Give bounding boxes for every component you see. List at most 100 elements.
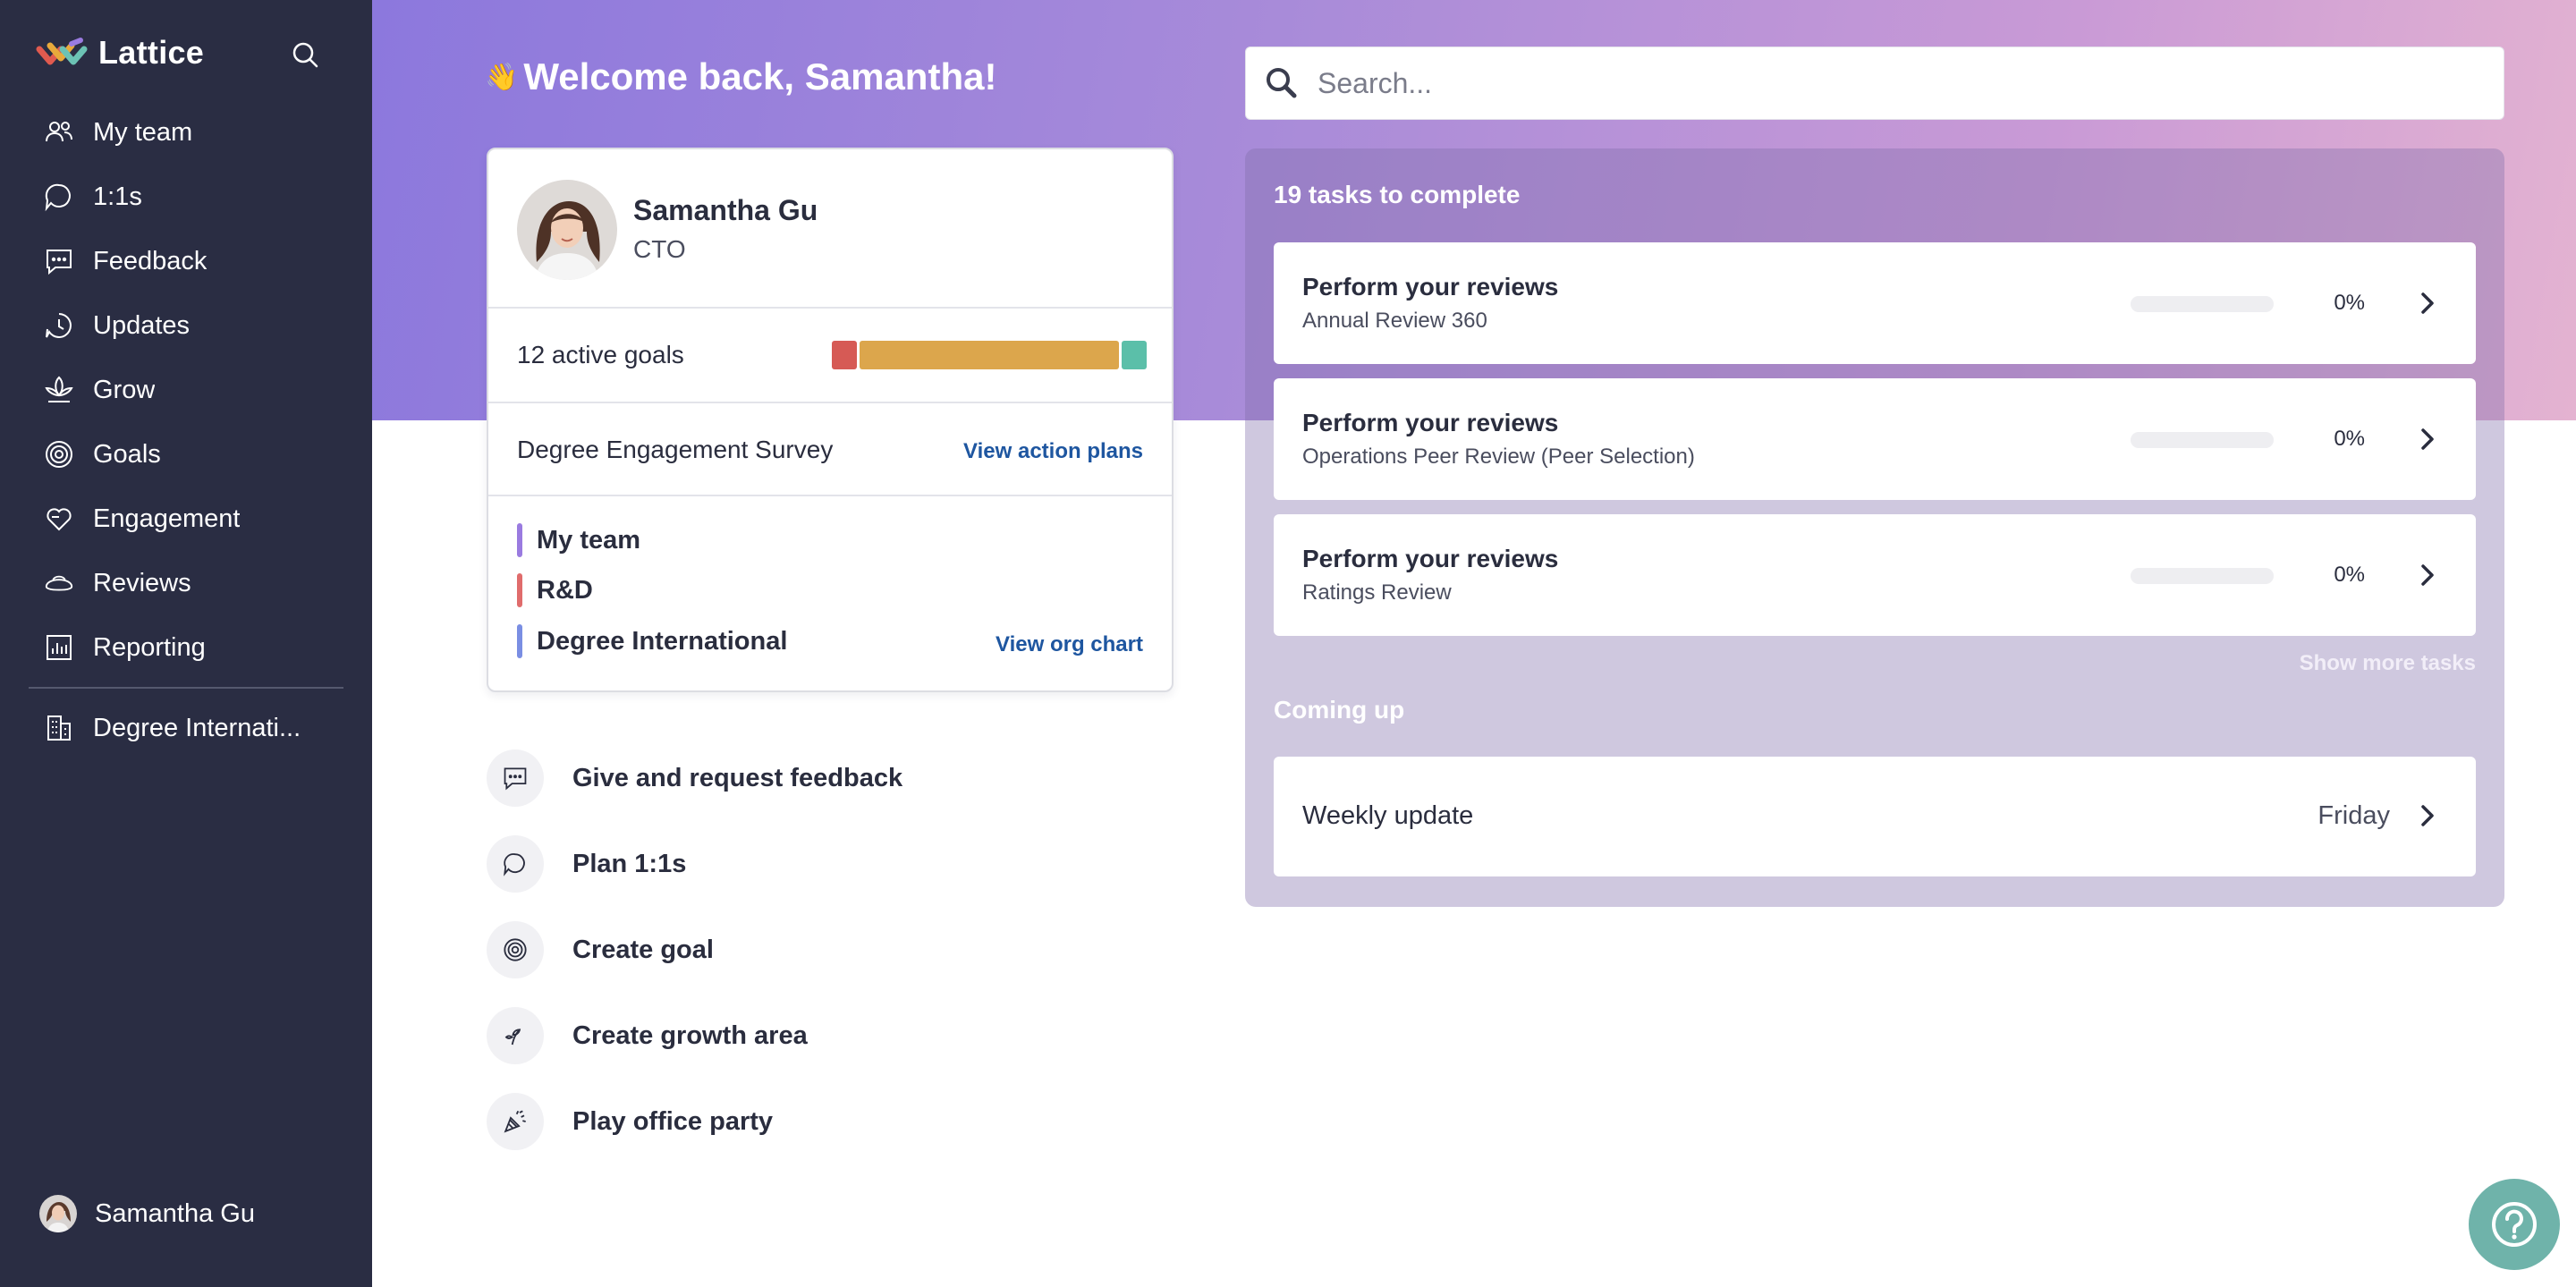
- sidebar-item-label: Updates: [93, 310, 191, 340]
- action-label: Plan 1:1s: [572, 849, 687, 878]
- view-action-plans-link[interactable]: View action plans: [963, 439, 1143, 464]
- task-card[interactable]: Perform your reviews Operations Peer Rev…: [1274, 378, 2476, 500]
- task-progress-percent: 0%: [2334, 563, 2365, 587]
- upcoming-date: Friday: [2318, 801, 2390, 830]
- upcoming-label: Weekly update: [1302, 801, 1474, 830]
- sidebar-item-organization[interactable]: Degree Internati...: [29, 696, 343, 760]
- give-request-feedback-action[interactable]: Give and request feedback: [487, 735, 902, 821]
- task-title: Perform your reviews: [1302, 545, 1559, 572]
- goal-segment-off-track: [832, 341, 857, 369]
- lattice-logo[interactable]: Lattice: [36, 34, 204, 72]
- coming-up-title: Coming up: [1274, 696, 1405, 724]
- sidebar-item-grow[interactable]: Grow: [29, 358, 343, 422]
- chat-bubble-icon: [487, 835, 544, 893]
- sidebar-nav: My team 1:1s Feedback Updates Grow Goals…: [29, 100, 343, 760]
- sidebar-item-one-on-ones[interactable]: 1:1s: [29, 165, 343, 229]
- sidebar-search-button[interactable]: [290, 39, 322, 72]
- task-title: Perform your reviews: [1302, 273, 1559, 301]
- team-degree-international[interactable]: Degree International: [517, 624, 787, 658]
- team-color-bar: [517, 573, 522, 607]
- sidebar-item-label: 1:1s: [93, 182, 142, 211]
- people-icon: [43, 116, 75, 148]
- create-goal-action[interactable]: Create goal: [487, 907, 902, 993]
- tasks-panel: 19 tasks to complete Perform your review…: [1245, 148, 2504, 907]
- sidebar-item-label: Goals: [93, 439, 161, 469]
- task-subtitle: Operations Peer Review (Peer Selection): [1302, 445, 1695, 469]
- action-label: Give and request feedback: [572, 763, 903, 792]
- page-title: 👋 Welcome back, Samantha!: [485, 55, 996, 98]
- tasks-count-title: 19 tasks to complete: [1274, 181, 1521, 208]
- upcoming-item[interactable]: Weekly update Friday: [1274, 757, 2476, 876]
- team-rnd[interactable]: R&D: [517, 573, 593, 607]
- sidebar-item-label: Feedback: [93, 246, 208, 275]
- sidebar-item-reviews[interactable]: Reviews: [29, 551, 343, 615]
- profile-header[interactable]: Samantha Gu CTO: [488, 149, 1172, 309]
- goal-segment-on-track: [1122, 341, 1147, 369]
- team-label: Degree International: [537, 626, 788, 656]
- view-org-chart-link[interactable]: View org chart: [996, 632, 1143, 657]
- chevron-right-icon: [2421, 805, 2434, 826]
- task-title: Perform your reviews: [1302, 409, 1559, 436]
- team-color-bar: [517, 523, 522, 557]
- action-label: Create goal: [572, 935, 714, 964]
- active-goals-label: 12 active goals: [517, 341, 684, 368]
- task-progress-bar: [2131, 568, 2274, 584]
- goal-status-bar: [832, 341, 1147, 369]
- updates-icon: [43, 309, 75, 342]
- welcome-text: Welcome back, Samantha!: [523, 55, 997, 97]
- sidebar-item-reporting[interactable]: Reporting: [29, 615, 343, 680]
- plan-one-on-ones-action[interactable]: Plan 1:1s: [487, 821, 902, 907]
- help-button[interactable]: [2469, 1179, 2560, 1270]
- active-goals-row[interactable]: 12 active goals: [488, 309, 1172, 403]
- sidebar-item-engagement[interactable]: Engagement: [29, 487, 343, 551]
- brand-name: Lattice: [98, 34, 205, 71]
- task-card[interactable]: Perform your reviews Annual Review 360 0…: [1274, 242, 2476, 364]
- quick-actions: Give and request feedback Plan 1:1s Crea…: [487, 735, 902, 1164]
- sidebar-item-feedback[interactable]: Feedback: [29, 229, 343, 293]
- profile-name: Samantha Gu: [633, 194, 818, 226]
- task-progress-bar: [2131, 432, 2274, 448]
- task-progress-percent: 0%: [2334, 291, 2365, 315]
- target-icon: [43, 438, 75, 470]
- feedback-icon: [487, 749, 544, 807]
- goal-segment-progressing: [859, 341, 1120, 369]
- action-label: Create growth area: [572, 1020, 808, 1050]
- chevron-right-icon: [2421, 428, 2434, 450]
- task-subtitle: Annual Review 360: [1302, 309, 1487, 333]
- search-input[interactable]: [1318, 56, 2504, 110]
- bar-chart-icon: [43, 631, 75, 664]
- task-progress-percent: 0%: [2334, 427, 2365, 451]
- survey-row: Degree Engagement Survey View action pla…: [488, 403, 1172, 496]
- sidebar-item-my-team[interactable]: My team: [29, 100, 343, 165]
- lattice-logo-icon: [36, 38, 88, 65]
- sidebar-user-menu[interactable]: Samantha Gu: [39, 1195, 255, 1232]
- party-popper-icon: [487, 1093, 544, 1150]
- sidebar-item-label: Grow: [93, 375, 156, 404]
- heart-icon: [43, 503, 75, 535]
- target-icon: [487, 921, 544, 978]
- team-label: R&D: [537, 575, 593, 605]
- global-search[interactable]: [1245, 47, 2504, 120]
- help-question-icon: [2492, 1202, 2537, 1247]
- sidebar-item-label: Reviews: [93, 568, 191, 597]
- chat-bubble-icon: [43, 181, 75, 213]
- task-progress-bar: [2131, 296, 2274, 312]
- team-label: My team: [537, 525, 641, 555]
- action-label: Play office party: [572, 1106, 774, 1136]
- sidebar: Lattice My team 1:1s Feedback Updates Gr…: [0, 0, 372, 1287]
- create-growth-area-action[interactable]: Create growth area: [487, 993, 902, 1079]
- task-card[interactable]: Perform your reviews Ratings Review 0%: [1274, 514, 2476, 636]
- sidebar-item-label: Degree Internati...: [93, 713, 301, 742]
- chevron-right-icon: [2421, 564, 2434, 586]
- sidebar-user-name: Samantha Gu: [95, 1198, 255, 1228]
- play-office-party-action[interactable]: Play office party: [487, 1079, 902, 1164]
- search-icon: [1246, 65, 1318, 101]
- sidebar-item-goals[interactable]: Goals: [29, 422, 343, 487]
- feedback-icon: [43, 245, 75, 277]
- team-my-team[interactable]: My team: [517, 523, 640, 557]
- show-more-tasks-link[interactable]: Show more tasks: [2300, 651, 2476, 676]
- chevron-right-icon: [2421, 292, 2434, 314]
- sidebar-item-updates[interactable]: Updates: [29, 293, 343, 358]
- profile-role: CTO: [633, 235, 686, 263]
- building-icon: [43, 712, 75, 744]
